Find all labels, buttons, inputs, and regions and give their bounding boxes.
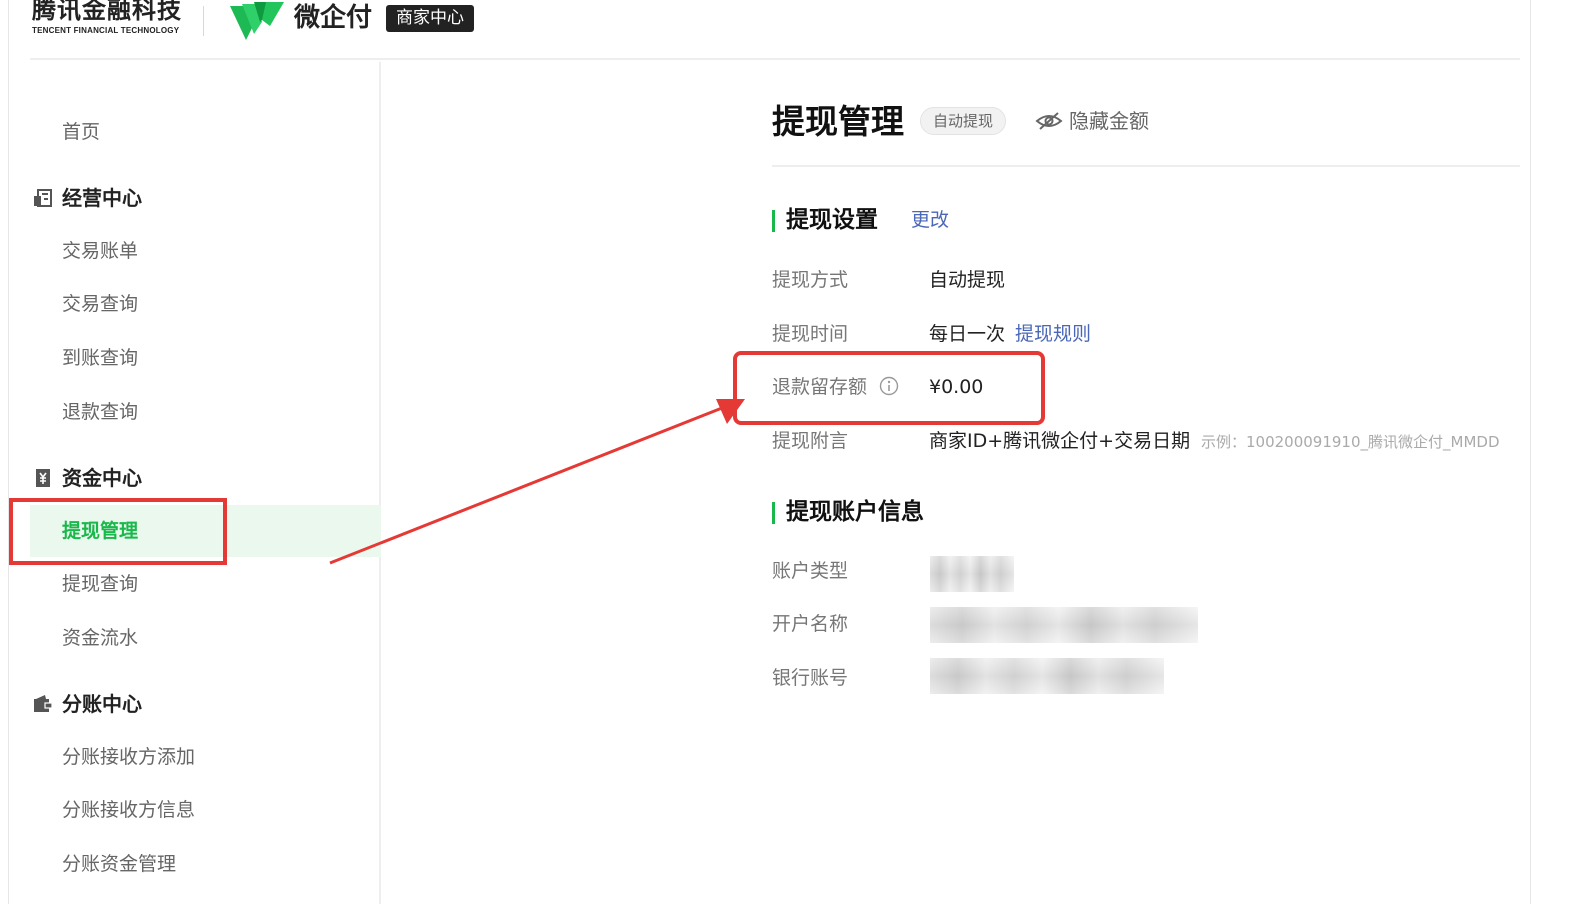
- sidebar-item-transaction-bill[interactable]: 交易账单: [30, 225, 381, 277]
- sidebar-group-business[interactable]: 经营中心: [30, 178, 381, 218]
- withdraw-remark-label: 提现附言: [772, 430, 849, 452]
- ledger-icon: [34, 189, 52, 207]
- tencent-fintech-logo-en: TENCENT FINANCIAL TECHNOLOGY: [32, 26, 180, 35]
- header-divider: [203, 6, 204, 36]
- sidebar: 首页 经营中心 交易账单 交易查询 到账查询 退款查询 资金中心 提现管理 提现…: [30, 62, 381, 904]
- sidebar-item-refund-query[interactable]: 退款查询: [30, 386, 381, 438]
- withdraw-method-label: 提现方式: [772, 269, 849, 291]
- withdraw-remark-value: 商家ID+腾讯微企付+交易日期: [929, 430, 1191, 452]
- tencent-fintech-logo[interactable]: 腾讯金融科技 TENCENT FINANCIAL TECHNOLOGY: [32, 0, 182, 36]
- page-border-left: [8, 0, 9, 904]
- hide-amount-label: 隐藏金额: [1069, 109, 1149, 133]
- bank-account-blurred: [930, 658, 1164, 694]
- withdraw-time-value: 每日一次 提现规则: [929, 320, 1091, 348]
- account-name-blurred: [930, 607, 1198, 643]
- sidebar-item-transaction-query[interactable]: 交易查询: [30, 278, 381, 330]
- account-type-label: 账户类型: [772, 560, 849, 582]
- section-title-text: 提现账户信息: [786, 499, 924, 525]
- tencent-fintech-logo-cn: 腾讯金融科技: [32, 0, 182, 24]
- withdraw-time-text: 每日一次: [929, 323, 1006, 345]
- withdraw-remark-example: 示例：100200091910_腾讯微企付_MMDD: [1201, 433, 1500, 451]
- section-accent-bar: [772, 502, 775, 524]
- wallet-icon: [34, 695, 53, 712]
- sidebar-item-home[interactable]: 首页: [30, 106, 381, 158]
- hide-amount-toggle[interactable]: 隐藏金额: [1035, 106, 1149, 136]
- withdraw-method-value: 自动提现: [929, 269, 1006, 291]
- account-type-blurred: [930, 556, 1014, 592]
- title-divider: [772, 165, 1520, 167]
- section-accent-bar: [772, 210, 775, 232]
- sidebar-group-label: 资金中心: [62, 466, 142, 490]
- sidebar-item-split-receiver-info[interactable]: 分账接收方信息: [30, 784, 381, 836]
- sidebar-item-add-split-receiver[interactable]: 分账接收方添加: [30, 731, 381, 783]
- edit-settings-link[interactable]: 更改: [911, 206, 949, 234]
- sidebar-item-fund-flow[interactable]: 资金流水: [30, 612, 381, 664]
- merchant-center-badge: 商家中心: [386, 5, 474, 32]
- withdraw-time-label: 提现时间: [772, 323, 849, 345]
- sidebar-group-label: 经营中心: [62, 186, 142, 210]
- eye-hidden-icon: [1035, 112, 1063, 130]
- withdraw-mode-badge: 自动提现: [920, 107, 1007, 135]
- withdraw-settings-title: 提现设置: [772, 204, 878, 236]
- main-content: 提现管理 自动提现 隐藏金额 提现设置 更改 提现方式 自动提现 提现时间 每日…: [383, 62, 1520, 904]
- page-title: 提现管理: [772, 102, 904, 141]
- highlight-box-sidebar: [9, 498, 227, 565]
- sidebar-item-withdrawal-query[interactable]: 提现查询: [30, 558, 381, 610]
- withdraw-rules-link[interactable]: 提现规则: [1015, 323, 1091, 345]
- yuan-icon: [36, 469, 50, 487]
- page-border-right: [1530, 0, 1531, 904]
- account-name-label: 开户名称: [772, 613, 849, 635]
- bank-account-label: 银行账号: [772, 667, 849, 689]
- weiqifu-logo-icon[interactable]: [226, 0, 288, 42]
- sidebar-item-split-fund-management[interactable]: 分账资金管理: [30, 838, 381, 890]
- sidebar-item-arrival-query[interactable]: 到账查询: [30, 332, 381, 384]
- sidebar-group-split[interactable]: 分账中心: [30, 684, 381, 724]
- product-name: 微企付: [294, 3, 373, 33]
- withdraw-account-title: 提现账户信息: [772, 496, 924, 528]
- top-header: 腾讯金融科技 TENCENT FINANCIAL TECHNOLOGY 微企付 …: [30, 0, 1520, 60]
- highlight-box-refund-reserve: [733, 351, 1045, 425]
- section-title-text: 提现设置: [786, 207, 878, 233]
- sidebar-group-funds[interactable]: 资金中心: [30, 458, 381, 498]
- sidebar-group-label: 分账中心: [62, 692, 142, 716]
